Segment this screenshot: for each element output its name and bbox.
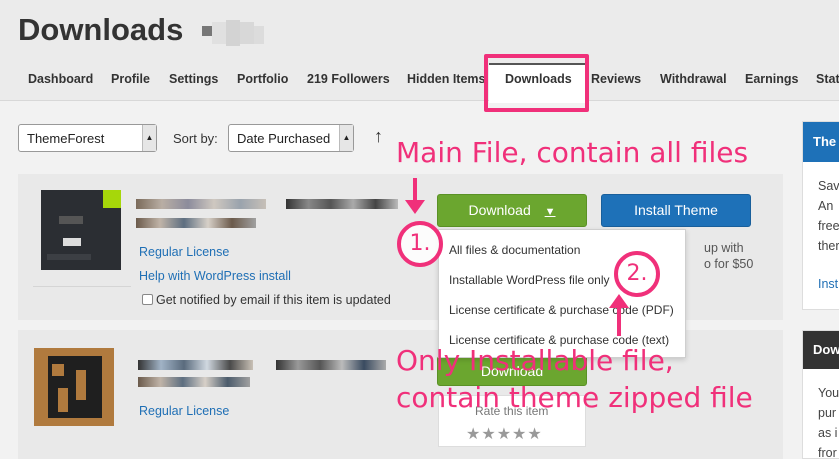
- sidebar-downloads-line: as i: [818, 426, 838, 440]
- item-thumbnail-2[interactable]: [34, 348, 114, 426]
- sidebar-theme-line: An: [818, 199, 834, 213]
- tab-profile[interactable]: Profile: [111, 72, 150, 86]
- sidebar-theme-link[interactable]: Inst: [818, 277, 838, 291]
- arrow-up-icon[interactable]: ↑: [374, 126, 383, 147]
- annotation-arrowhead-down-icon: [405, 200, 425, 214]
- install-theme-button[interactable]: Install Theme: [601, 194, 751, 227]
- tab-settings[interactable]: Settings: [169, 72, 218, 86]
- sidebar-downloads-line: pur: [818, 406, 837, 420]
- sidebar-downloads-box: Dow You pur as i fror: [802, 330, 839, 459]
- menu-item-installable-file[interactable]: Installable WordPress file only: [449, 273, 610, 287]
- download-arrow-icon: ▼: [544, 206, 556, 218]
- sidebar-downloads-line: You: [818, 386, 839, 400]
- notify-label: Get notified by email if this item is up…: [156, 293, 391, 307]
- chevron-updown-icon: ▲: [142, 125, 156, 151]
- sidebar-theme-box: The Sav An free ther Inst: [802, 121, 839, 310]
- annotation-step-2: 2.: [614, 251, 660, 297]
- marketplace-select-value: ThemeForest: [27, 131, 105, 146]
- tab-portfolio[interactable]: Portfolio: [237, 72, 288, 86]
- annotation-installable-line1: Only Installable file,: [396, 344, 674, 377]
- menu-item-all-files[interactable]: All files & documentation: [449, 243, 580, 257]
- annotation-step-1: 1.: [397, 221, 443, 267]
- promo-text-1: up with: [704, 241, 744, 255]
- tab-dashboard[interactable]: Dashboard: [28, 72, 93, 86]
- annotation-arrow-up-icon: [617, 306, 621, 336]
- item-thumbnail[interactable]: [41, 190, 121, 270]
- sidebar-theme-line: Sav: [818, 179, 839, 193]
- download-button[interactable]: Download ▼: [437, 194, 587, 227]
- sort-select-value: Date Purchased: [237, 131, 331, 146]
- regular-license-link[interactable]: Regular License: [139, 245, 229, 259]
- tab-hidden-items[interactable]: Hidden Items: [407, 72, 486, 86]
- annotation-main-file: Main File, contain all files: [396, 136, 749, 169]
- tab-earnings[interactable]: Earnings: [745, 72, 799, 86]
- marketplace-select[interactable]: ThemeForest ▲: [18, 124, 157, 152]
- tab-reviews[interactable]: Reviews: [591, 72, 641, 86]
- download-button-label: Download: [468, 202, 531, 218]
- wordpress-help-link[interactable]: Help with WordPress install: [139, 269, 291, 283]
- sidebar-downloads-line: fror: [818, 446, 837, 459]
- sidebar-theme-title: The: [803, 122, 839, 162]
- promo-text-2: o for $50: [704, 257, 754, 271]
- tab-followers[interactable]: 219 Followers: [307, 72, 390, 86]
- sort-label: Sort by:: [173, 131, 218, 146]
- sidebar-theme-line: ther: [818, 239, 839, 253]
- notify-checkbox[interactable]: [142, 294, 153, 305]
- annotation-installable-line2: contain theme zipped file: [396, 381, 753, 414]
- downloads-tab-highlight: [484, 54, 589, 112]
- regular-license-link-2[interactable]: Regular License: [139, 404, 229, 418]
- menu-item-license-pdf[interactable]: License certificate & purchase code (PDF…: [449, 303, 674, 317]
- sort-select[interactable]: Date Purchased ▲: [228, 124, 354, 152]
- sidebar-theme-line: free: [818, 219, 839, 233]
- chevron-updown-icon: ▲: [339, 125, 353, 151]
- tab-statements[interactable]: Stat: [816, 72, 839, 86]
- star-rating-icon[interactable]: ★★★★★: [466, 424, 543, 444]
- tab-withdrawal[interactable]: Withdrawal: [660, 72, 727, 86]
- sidebar-downloads-title: Dow: [803, 331, 839, 369]
- page-title: Downloads: [18, 12, 184, 47]
